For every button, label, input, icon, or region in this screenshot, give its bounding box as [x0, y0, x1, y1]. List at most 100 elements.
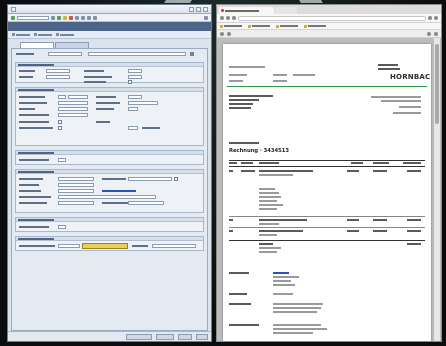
group-output-options	[15, 217, 204, 232]
find-icon[interactable]	[81, 15, 85, 20]
appbar-button-2[interactable]	[34, 33, 52, 36]
appbar-label	[60, 33, 74, 36]
info-link[interactable]	[273, 272, 289, 274]
output-device-input[interactable]	[48, 52, 82, 56]
document-date-line	[229, 142, 259, 144]
print-setting-extra[interactable]	[152, 244, 196, 248]
output-columns-input[interactable]	[58, 189, 94, 193]
cover-page-input[interactable]	[58, 158, 66, 162]
command-field[interactable]	[17, 15, 49, 20]
bookmark-item[interactable]	[276, 24, 298, 28]
sender-line	[273, 74, 287, 76]
sender-line	[229, 74, 247, 76]
spool-delete-label	[19, 127, 53, 129]
print-icon[interactable]	[434, 31, 438, 36]
output-device-search-icon[interactable]	[190, 52, 194, 56]
download-icon[interactable]	[427, 31, 431, 36]
spool-retention-input[interactable]	[58, 113, 88, 117]
output-page-input[interactable]	[58, 201, 94, 205]
item-description	[259, 230, 303, 232]
star-icon[interactable]	[428, 16, 432, 20]
table-header-cell	[373, 162, 389, 164]
browser-address-bar	[217, 14, 441, 23]
back-icon[interactable]	[57, 15, 61, 20]
copies-input[interactable]	[46, 69, 70, 73]
spool-mode-checkbox[interactable]	[58, 120, 62, 124]
maximize-icon[interactable]	[196, 6, 201, 12]
last-page-icon[interactable]	[93, 15, 97, 20]
output-edge-input[interactable]	[58, 195, 156, 199]
group-output-input[interactable]	[128, 75, 142, 79]
folder-icon	[248, 24, 251, 28]
pages-to-input[interactable]	[46, 75, 70, 79]
recipient-line	[229, 99, 259, 101]
help-button[interactable]	[196, 334, 208, 340]
exit-icon[interactable]	[63, 15, 67, 20]
print-preview-button[interactable]	[156, 334, 174, 340]
minimize-icon[interactable]	[189, 6, 194, 12]
cancel-button[interactable]	[178, 334, 192, 340]
item-quantity	[347, 170, 359, 172]
enter-icon[interactable]	[11, 15, 15, 20]
print-icon[interactable]	[75, 15, 79, 20]
output-format-input[interactable]	[58, 177, 94, 181]
save-icon[interactable]	[51, 15, 55, 20]
close-icon[interactable]	[203, 6, 208, 12]
bookmark-item[interactable]	[220, 24, 242, 28]
appbar-button-1[interactable]	[12, 33, 30, 36]
output-page-extra[interactable]	[128, 201, 164, 205]
total-detail	[259, 247, 281, 249]
output-format-search-icon[interactable]	[174, 177, 178, 181]
output-lines-input[interactable]	[58, 183, 94, 187]
print-setting-input[interactable]	[58, 244, 80, 248]
spool-name-input[interactable]	[58, 95, 66, 99]
spool-priority-input[interactable]	[128, 95, 142, 99]
page-number-icon[interactable]	[227, 31, 231, 36]
sidebar-toggle-icon[interactable]	[220, 31, 224, 36]
group-title	[18, 171, 54, 173]
bookmark-item[interactable]	[248, 24, 270, 28]
spool-delete-input[interactable]	[128, 126, 138, 130]
output-options-input[interactable]	[58, 225, 66, 229]
item-total	[407, 170, 421, 172]
appbar-button-3[interactable]	[56, 33, 74, 36]
pdf-scrollbar[interactable]	[434, 38, 440, 341]
scrollbar-thumb[interactable]	[435, 44, 439, 124]
item-detail	[259, 223, 279, 225]
back-arrow-icon[interactable]	[220, 16, 224, 20]
browser-tab-active[interactable]	[219, 7, 274, 14]
bookmark-label	[308, 25, 326, 27]
item-detail	[259, 196, 281, 198]
group-title-bar	[16, 237, 203, 241]
first-page-icon[interactable]	[87, 15, 91, 20]
continue-button[interactable]	[126, 334, 152, 340]
spool-title-input[interactable]	[58, 101, 88, 105]
spool-auth-input[interactable]	[128, 101, 158, 105]
print-settings-button[interactable]	[82, 243, 128, 249]
info-label	[229, 293, 247, 295]
reload-icon[interactable]	[232, 16, 236, 20]
pdf-browser-window: HORNBACH Rechnung · 343451	[216, 4, 442, 342]
total-value	[407, 243, 421, 245]
spool-recipient-input[interactable]	[58, 107, 88, 111]
forward-arrow-icon[interactable]	[226, 16, 230, 20]
browser-tab-new[interactable]	[275, 7, 297, 14]
folder-icon	[220, 24, 223, 28]
url-input[interactable]	[238, 15, 426, 21]
spool-delete-checkbox[interactable]	[58, 126, 62, 130]
group-copies-checkbox[interactable]	[128, 80, 132, 84]
table-header-rule	[229, 166, 425, 167]
bookmark-item[interactable]	[304, 24, 326, 28]
spool-name-suffix[interactable]	[68, 95, 88, 99]
window-menu-icon[interactable]	[11, 6, 16, 12]
group-cover-page	[15, 150, 204, 165]
cancel-icon[interactable]	[69, 15, 73, 20]
sap-application-toolbar	[8, 31, 211, 39]
help-icon[interactable]	[204, 15, 208, 20]
item-rule	[229, 227, 425, 228]
sap-form-area	[11, 48, 208, 331]
spool-department-input[interactable]	[128, 107, 138, 111]
output-format-select[interactable]	[128, 177, 172, 181]
menu-icon[interactable]	[434, 16, 438, 20]
pages-from-input[interactable]	[128, 69, 142, 73]
